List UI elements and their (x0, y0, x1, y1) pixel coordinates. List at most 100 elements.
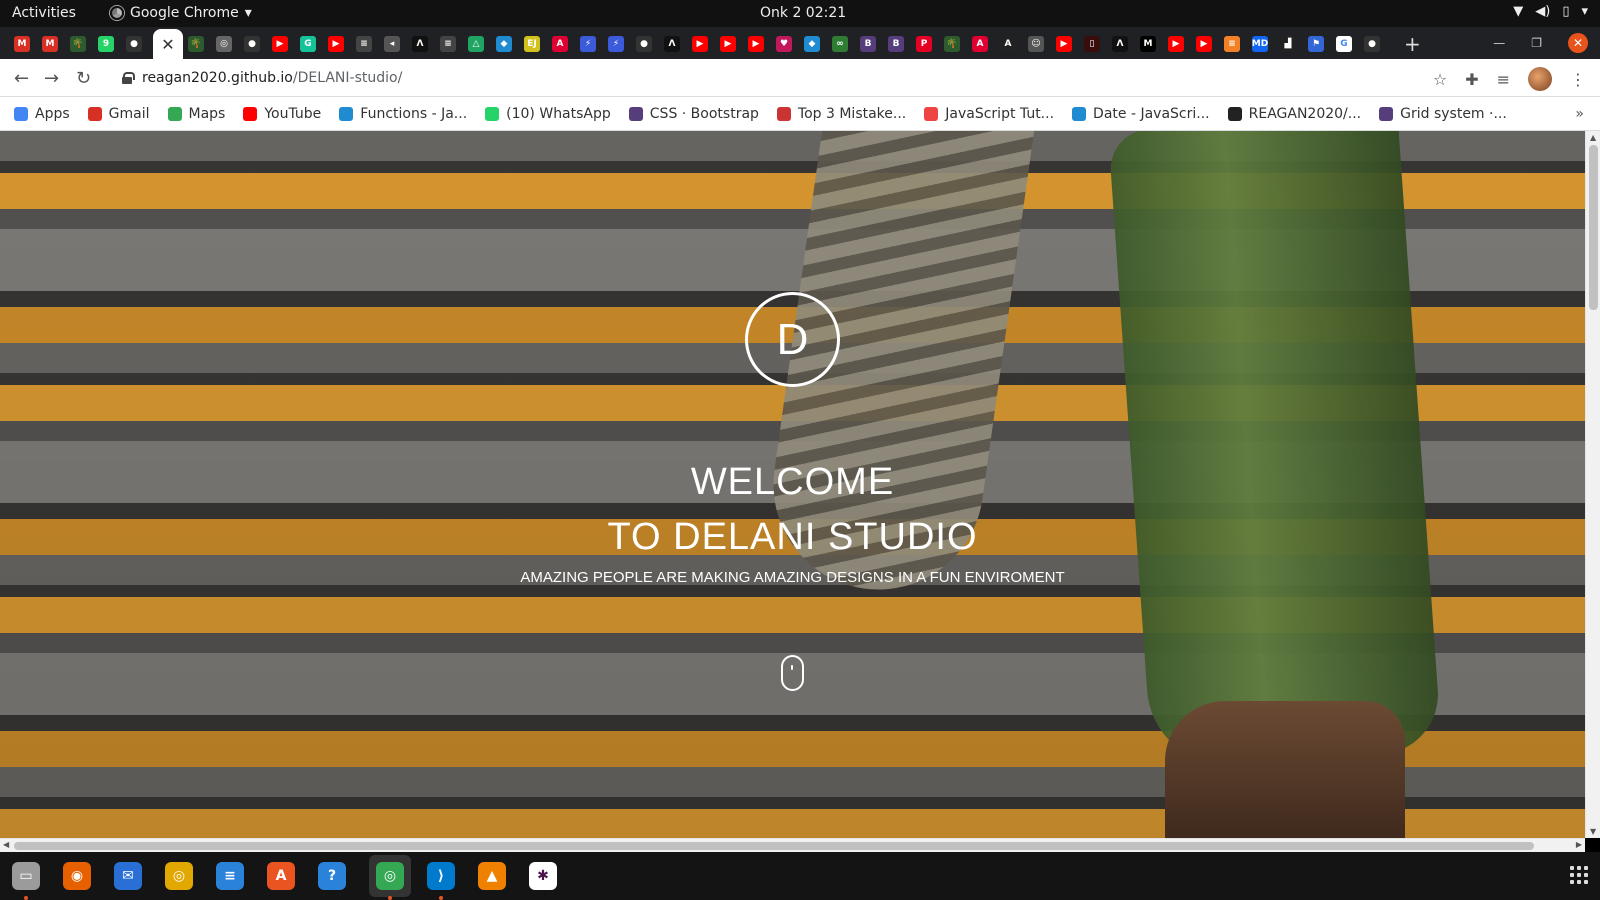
app-menu[interactable]: Google Chrome ▾ (110, 5, 252, 21)
forward-icon[interactable]: → (44, 68, 59, 89)
address-bar[interactable]: reagan2020.github.io /DELANI-studio/ (108, 64, 1488, 92)
scroll-right-arrow-icon[interactable]: ▶ (1576, 840, 1582, 849)
clock[interactable]: Onk 2 02:21 (760, 5, 846, 21)
bootstrap-icon[interactable]: B (888, 36, 904, 52)
stackoverflow-icon[interactable]: ≡ (356, 36, 372, 52)
scroll-down-mouse-icon[interactable] (781, 655, 804, 691)
mdn-icon[interactable]: ◆ (496, 36, 512, 52)
show-applications-icon[interactable] (1570, 866, 1588, 884)
site-logo[interactable]: D (745, 292, 840, 387)
heart-icon[interactable]: ♥ (776, 36, 792, 52)
scroll-down-arrow-icon[interactable]: ▼ (1590, 827, 1596, 836)
horizontal-scroll-thumb[interactable] (14, 842, 1534, 850)
dark-icon[interactable]: ▯ (1084, 36, 1100, 52)
palm-icon[interactable]: 🌴 (70, 36, 86, 52)
software-icon[interactable]: A (267, 862, 295, 890)
bookmark-item[interactable]: (10) WhatsApp (485, 106, 611, 122)
mute-icon[interactable]: ◂ (384, 36, 400, 52)
profile-avatar[interactable] (1528, 67, 1552, 91)
back-icon[interactable]: ← (14, 68, 29, 89)
youtube-icon[interactable]: ▶ (328, 36, 344, 52)
globe-icon[interactable]: ◎ (216, 36, 232, 52)
youtube-icon[interactable]: ▶ (1056, 36, 1072, 52)
bookmark-item[interactable]: Date - JavaScri... (1072, 106, 1210, 122)
flag-icon[interactable]: ⚑ (1308, 36, 1324, 52)
youtube-icon[interactable]: ▶ (720, 36, 736, 52)
palm-icon[interactable]: 🌴 (944, 36, 960, 52)
active-tab[interactable]: ✕ (153, 29, 183, 59)
palm-icon[interactable]: 🌴 (188, 36, 204, 52)
mdb-icon[interactable]: MD (1252, 36, 1268, 52)
youtube-icon[interactable]: ▶ (1196, 36, 1212, 52)
vscode-icon[interactable]: ⟩ (427, 862, 455, 890)
kebab-menu-icon[interactable]: ⋮ (1570, 70, 1586, 89)
code-icon[interactable]: ∞ (832, 36, 848, 52)
bookmark-item[interactable]: JavaScript Tut... (924, 106, 1054, 122)
drive-icon[interactable]: △ (468, 36, 484, 52)
activities-button[interactable]: Activities (12, 5, 76, 21)
bookmark-item[interactable]: Gmail (87, 106, 150, 122)
bookmarks-overflow-icon[interactable]: » (1575, 106, 1584, 122)
whatsapp-icon[interactable]: 9 (98, 36, 114, 52)
firefox-icon[interactable]: ◉ (63, 862, 91, 890)
ejs-icon[interactable]: EJ (524, 36, 540, 52)
bookmark-item[interactable]: Top 3 Mistake... (776, 106, 906, 122)
grammarly-icon[interactable]: G (300, 36, 316, 52)
bookmark-item[interactable]: Apps (14, 106, 70, 122)
medium-icon[interactable]: M (1140, 36, 1156, 52)
gmail-icon[interactable]: M (14, 36, 30, 52)
new-tab-button[interactable]: + (1404, 32, 1421, 56)
codepen-icon[interactable]: Λ (664, 36, 680, 52)
minimize-icon[interactable]: — (1493, 36, 1505, 50)
rhythmbox-icon[interactable]: ◎ (165, 862, 193, 890)
media-controls-icon[interactable]: ≡ (1497, 70, 1510, 89)
codepen-icon[interactable]: Λ (412, 36, 428, 52)
system-tray[interactable]: ▼ ◀) ▯ ▾ (1513, 4, 1588, 19)
google-icon[interactable]: G (1336, 36, 1352, 52)
a-icon[interactable]: A (1000, 36, 1016, 52)
youtube-icon[interactable]: ▶ (272, 36, 288, 52)
close-window-icon[interactable]: ✕ (1568, 33, 1588, 53)
bookmark-item[interactable]: Grid system ·... (1379, 106, 1507, 122)
pinterest-icon[interactable]: P (916, 36, 932, 52)
bookmark-item[interactable]: REAGAN2020/... (1227, 106, 1361, 122)
stackoverflow-icon[interactable]: ≡ (440, 36, 456, 52)
vlc-icon[interactable]: ▲ (478, 862, 506, 890)
github-icon[interactable]: ● (126, 36, 142, 52)
mdn-icon[interactable]: ◆ (804, 36, 820, 52)
dark-icon[interactable]: ▟ (1280, 36, 1296, 52)
horizontal-scrollbar[interactable]: ◀ ▶ (0, 838, 1585, 852)
bookmark-item[interactable]: Functions - Ja... (339, 106, 467, 122)
angular-icon[interactable]: A (972, 36, 988, 52)
scroll-left-arrow-icon[interactable]: ◀ (3, 840, 9, 849)
slack-icon[interactable]: ✱ (529, 862, 557, 890)
bootstrap-icon[interactable]: B (860, 36, 876, 52)
thunderbird-icon[interactable]: ✉ (114, 862, 142, 890)
writer-icon[interactable]: ≡ (216, 862, 244, 890)
vertical-scrollbar[interactable]: ▲ ▼ (1585, 131, 1600, 838)
github-icon[interactable]: ● (244, 36, 260, 52)
bolt-icon[interactable]: ⚡ (608, 36, 624, 52)
bookmark-item[interactable]: Maps (167, 106, 225, 122)
help-icon[interactable]: ? (318, 862, 346, 890)
bookmark-item[interactable]: YouTube (243, 106, 321, 122)
extensions-icon[interactable]: ✚ (1465, 70, 1478, 89)
youtube-icon[interactable]: ▶ (1168, 36, 1184, 52)
youtube-icon[interactable]: ▶ (692, 36, 708, 52)
reload-icon[interactable]: ↻ (76, 68, 91, 89)
bookmark-star-icon[interactable]: ☆ (1433, 70, 1447, 89)
gmail-icon[interactable]: M (42, 36, 58, 52)
angular-icon[interactable]: A (552, 36, 568, 52)
github-icon[interactable]: ● (636, 36, 652, 52)
files-icon[interactable]: ▭ (12, 862, 40, 890)
vertical-scroll-thumb[interactable] (1589, 145, 1598, 310)
codepen-icon[interactable]: Λ (1112, 36, 1128, 52)
chrome-icon[interactable]: ◎ (376, 862, 404, 890)
lock-icon[interactable] (122, 72, 135, 84)
stackoverflow-icon[interactable]: ≡ (1224, 36, 1240, 52)
maximize-icon[interactable]: ❐ (1531, 36, 1542, 50)
youtube-icon[interactable]: ▶ (748, 36, 764, 52)
bookmark-item[interactable]: CSS · Bootstrap (628, 106, 759, 122)
close-tab-icon[interactable]: ✕ (161, 35, 174, 54)
incognito-icon[interactable]: ☺ (1028, 36, 1044, 52)
